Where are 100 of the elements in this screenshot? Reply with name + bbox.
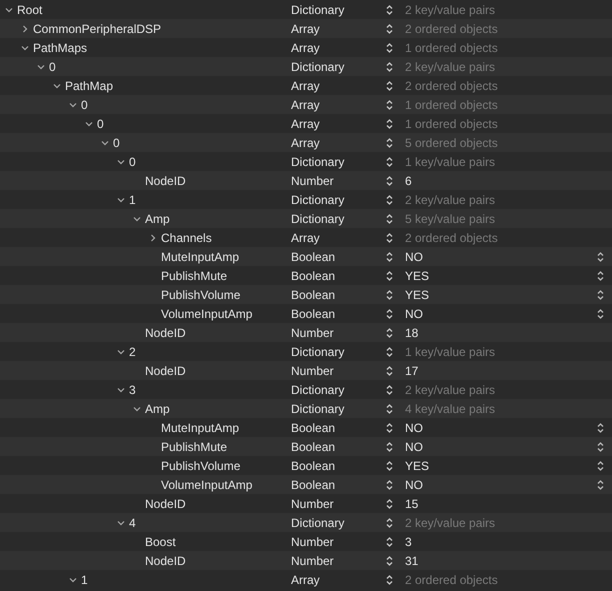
stepper-icon[interactable] — [386, 574, 393, 584]
chevron-down-icon[interactable] — [117, 518, 125, 526]
popup-arrows-icon[interactable] — [597, 480, 604, 490]
popup-arrows-icon[interactable] — [597, 290, 604, 300]
chevron-down-icon[interactable] — [117, 386, 125, 394]
type-label: Dictionary — [291, 400, 346, 418]
chevron-down-icon[interactable] — [69, 576, 77, 584]
type-label: Dictionary — [291, 382, 346, 398]
type-label: Number — [291, 534, 335, 550]
value-label: 31 — [405, 552, 420, 570]
chevron-right-icon[interactable] — [149, 234, 157, 242]
stepper-icon[interactable] — [386, 536, 393, 546]
stepper-icon[interactable] — [386, 80, 393, 90]
key-label: 0 — [129, 154, 136, 170]
stepper-icon[interactable] — [386, 252, 393, 262]
chevron-down-icon[interactable] — [101, 138, 109, 146]
stepper-icon[interactable] — [386, 442, 393, 452]
stepper-icon[interactable] — [386, 480, 393, 490]
chevron-down-icon[interactable] — [117, 196, 125, 204]
stepper-icon[interactable] — [386, 422, 393, 432]
stepper-icon[interactable] — [386, 4, 393, 14]
type-label: Dictionary — [291, 344, 346, 360]
chevron-down-icon[interactable] — [133, 214, 141, 222]
type-label: Boolean — [291, 286, 336, 304]
key-label: PublishVolume — [161, 458, 240, 474]
type-label: Dictionary — [291, 514, 346, 532]
summary-label: 2 ordered objects — [405, 78, 499, 94]
summary-label: 2 key/value pairs — [405, 58, 496, 76]
summary-label: 2 ordered objects — [405, 572, 499, 588]
type-label: Array — [291, 20, 321, 38]
stepper-icon[interactable] — [386, 176, 393, 186]
summary-label: 1 ordered objects — [405, 40, 499, 56]
chevron-down-icon[interactable] — [133, 404, 141, 412]
type-label: Number — [291, 496, 335, 512]
type-label: Number — [291, 324, 335, 342]
chevron-down-icon[interactable] — [69, 100, 77, 108]
chevron-down-icon[interactable] — [5, 6, 13, 14]
chevron-down-icon[interactable] — [21, 44, 29, 52]
stepper-icon[interactable] — [386, 62, 393, 72]
chevron-down-icon[interactable] — [117, 348, 125, 356]
popup-arrows-icon[interactable] — [597, 460, 604, 470]
type-label: Array — [291, 572, 321, 588]
stepper-icon[interactable] — [386, 518, 393, 528]
key-label: VolumeInputAmp — [161, 476, 252, 494]
stepper-icon[interactable] — [386, 460, 393, 470]
popup-arrows-icon[interactable] — [597, 270, 604, 280]
type-label: Array — [291, 96, 321, 114]
type-label: Boolean — [291, 420, 336, 436]
stepper-icon[interactable] — [386, 118, 393, 128]
stepper-icon[interactable] — [386, 214, 393, 224]
type-label: Number — [291, 362, 335, 380]
key-label: NodeID — [145, 324, 186, 342]
type-label: Array — [291, 134, 321, 152]
chevron-right-icon[interactable] — [21, 24, 29, 32]
stepper-icon[interactable] — [386, 156, 393, 166]
key-label: 1 — [81, 572, 88, 588]
stepper-icon[interactable] — [386, 100, 393, 110]
popup-arrows-icon[interactable] — [597, 252, 604, 262]
stepper-icon[interactable] — [386, 556, 393, 566]
stepper-icon[interactable] — [386, 24, 393, 34]
chevron-down-icon[interactable] — [117, 158, 125, 166]
stepper-icon[interactable] — [386, 308, 393, 318]
chevron-down-icon[interactable] — [53, 82, 61, 90]
stepper-icon[interactable] — [386, 404, 393, 414]
value-label: 6 — [405, 172, 413, 190]
key-label: 0 — [97, 116, 104, 132]
stepper-icon[interactable] — [386, 42, 393, 52]
key-label: Amp — [145, 210, 170, 228]
type-label: Dictionary — [291, 210, 346, 228]
value-label: NO — [405, 306, 424, 322]
stepper-icon[interactable] — [386, 346, 393, 356]
summary-label: 2 key/value pairs — [405, 2, 496, 18]
popup-arrows-icon[interactable] — [597, 442, 604, 452]
stepper-icon[interactable] — [386, 384, 393, 394]
popup-arrows-icon[interactable] — [597, 422, 604, 432]
key-label: PublishMute — [161, 268, 228, 284]
stepper-icon[interactable] — [386, 232, 393, 242]
stepper-icon[interactable] — [386, 328, 393, 338]
summary-label: 2 ordered objects — [405, 20, 499, 38]
popup-arrows-icon[interactable] — [597, 308, 604, 318]
value-label: NO — [405, 438, 424, 456]
chevron-down-icon[interactable] — [37, 62, 45, 70]
stepper-icon[interactable] — [386, 290, 393, 300]
key-label: MuteInputAmp — [161, 420, 240, 436]
summary-label: 2 ordered objects — [405, 230, 499, 246]
chevron-down-icon[interactable] — [85, 120, 93, 128]
key-label: Channels — [161, 230, 212, 246]
summary-label: 2 key/value pairs — [405, 514, 496, 532]
stepper-icon[interactable] — [386, 138, 393, 148]
stepper-icon[interactable] — [386, 498, 393, 508]
value-label: 17 — [405, 362, 420, 380]
type-label: Dictionary — [291, 58, 346, 76]
stepper-icon[interactable] — [386, 366, 393, 376]
key-label: 4 — [129, 514, 136, 532]
value-label: 3 — [405, 534, 413, 550]
value-label: NO — [405, 420, 424, 436]
stepper-icon[interactable] — [386, 194, 393, 204]
key-label: PublishVolume — [161, 286, 240, 304]
stepper-icon[interactable] — [386, 270, 393, 280]
type-label: Array — [291, 230, 321, 246]
